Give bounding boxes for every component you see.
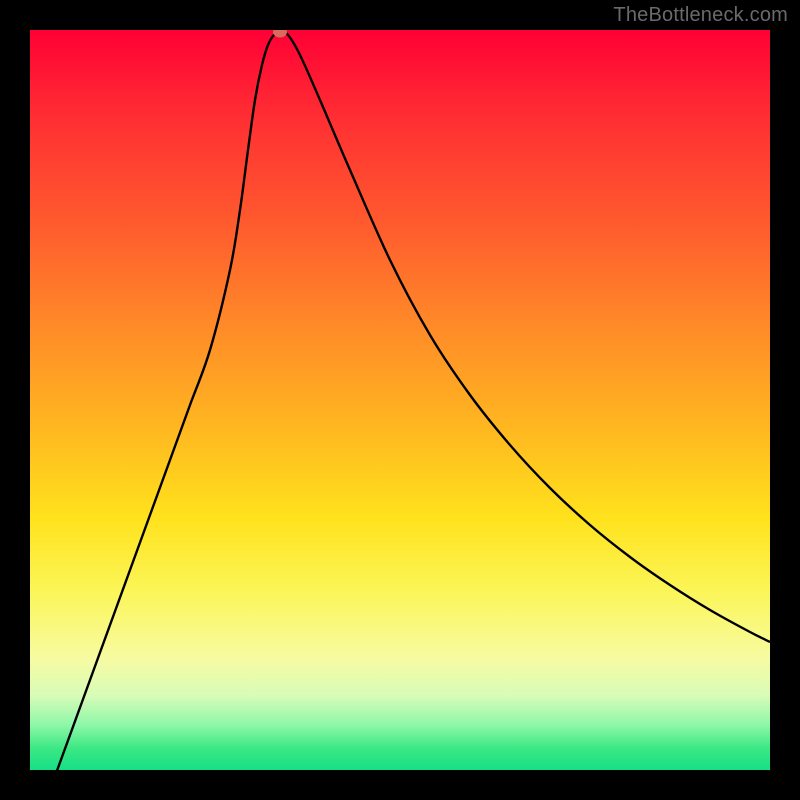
chart-container: TheBottleneck.com — [0, 0, 800, 800]
plot-area — [30, 30, 770, 770]
curve-layer — [30, 30, 770, 770]
bottleneck-curve — [50, 32, 770, 770]
watermark-text: TheBottleneck.com — [613, 4, 788, 27]
